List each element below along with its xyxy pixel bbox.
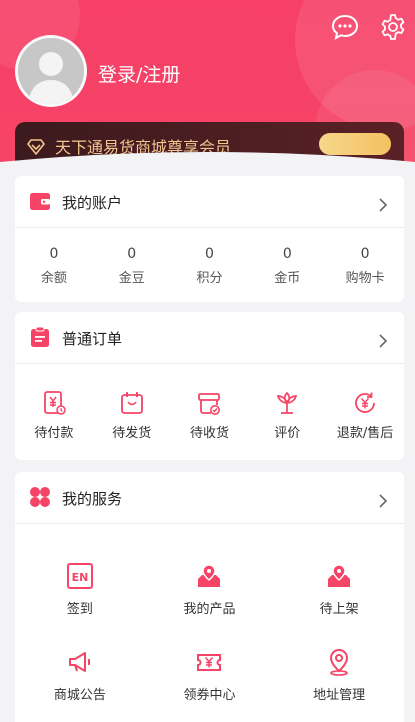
order-label: 待发货	[112, 426, 152, 441]
service-my-products[interactable]: 我的产品	[145, 524, 275, 617]
orders-header[interactable]: 普通订单	[15, 312, 404, 364]
package-icon	[119, 392, 145, 414]
order-label: 评价	[274, 426, 301, 441]
services-grid: EN 签到 我的产品 待上架 商城公告 领券中心 地址管理	[15, 524, 404, 708]
stat-value: 0	[282, 246, 292, 262]
yen-bill-icon	[41, 391, 67, 415]
chevron-right-icon	[378, 194, 388, 213]
location-pin-icon	[325, 648, 353, 676]
stat-label: 购物卡	[345, 271, 385, 286]
service-label: 待上架	[319, 602, 359, 617]
order-label: 待收货	[189, 426, 229, 441]
svg-text:EN: EN	[71, 571, 88, 584]
service-pending-listing[interactable]: 待上架	[274, 524, 404, 617]
stat-value: 0	[205, 246, 214, 262]
account-card: 我的账户 0 余额 0 金豆 0 积分 0 金币 0 购物卡	[15, 176, 404, 302]
settings-gear-icon[interactable]	[378, 12, 408, 42]
stat-value: 0	[49, 246, 59, 262]
service-label: 签到	[66, 602, 93, 617]
stat-label: 金币	[274, 271, 301, 286]
box-check-icon	[196, 393, 222, 415]
megaphone-icon	[66, 652, 94, 672]
service-label: 领券中心	[183, 688, 236, 703]
stat-label: 金豆	[118, 271, 145, 286]
wallet-icon	[29, 190, 51, 212]
stat-value: 0	[127, 246, 137, 262]
service-label: 商城公告	[53, 688, 106, 703]
orders-title: 普通订单	[62, 330, 123, 348]
stat-value: 0	[360, 246, 370, 262]
account-title: 我的账户	[62, 194, 123, 212]
service-sign-in[interactable]: EN 签到	[15, 524, 145, 617]
account-stat-points[interactable]: 0 积分	[171, 228, 249, 302]
location-box-icon	[195, 564, 223, 587]
order-label: 待付款	[34, 426, 74, 441]
order-status-row: 待付款 待发货 待收货 评价 退款/售后	[15, 364, 404, 452]
account-stat-gold-coins[interactable]: 0 金币	[248, 228, 326, 302]
message-icon[interactable]	[330, 12, 360, 42]
avatar[interactable]	[15, 35, 87, 107]
flower-icon	[274, 391, 300, 414]
order-refund-aftersale[interactable]: 退款/售后	[326, 364, 404, 452]
refund-icon	[352, 392, 378, 413]
order-pending-payment[interactable]: 待付款	[15, 364, 93, 452]
coupon-icon	[195, 652, 223, 671]
grid-clover-icon	[29, 486, 51, 508]
order-to-ship[interactable]: 待发货	[93, 364, 171, 452]
account-stat-balance[interactable]: 0 余额	[15, 228, 93, 302]
login-register-link[interactable]: 登录/注册	[98, 60, 180, 87]
service-coupon-center[interactable]: 领券中心	[145, 616, 275, 708]
services-card: 我的服务 EN 签到 我的产品 待上架 商城公告 领券中心 地址管理	[15, 472, 404, 722]
service-address-management[interactable]: 地址管理	[274, 616, 404, 708]
chevron-right-icon	[378, 330, 388, 349]
clipboard-icon	[29, 326, 51, 348]
account-stats: 0 余额 0 金豆 0 积分 0 金币 0 购物卡	[15, 228, 404, 302]
location-box-icon	[325, 564, 353, 587]
order-to-receive[interactable]: 待收货	[171, 364, 249, 452]
account-stat-shopping-card[interactable]: 0 购物卡	[326, 228, 404, 302]
stat-label: 积分	[196, 271, 223, 286]
en-badge-icon: EN	[66, 563, 94, 589]
chevron-right-icon	[378, 490, 388, 509]
order-label: 退款/售后	[336, 426, 394, 441]
service-label: 我的产品	[183, 602, 236, 617]
order-to-review[interactable]: 评价	[248, 364, 326, 452]
services-title: 我的服务	[62, 490, 123, 508]
service-label: 地址管理	[313, 688, 366, 703]
services-header[interactable]: 我的服务	[15, 472, 404, 524]
service-announcements[interactable]: 商城公告	[15, 616, 145, 708]
stat-label: 余额	[40, 271, 67, 286]
account-header[interactable]: 我的账户	[15, 176, 404, 228]
orders-card: 普通订单 待付款 待发货 待收货 评价 退款/售后	[15, 312, 404, 460]
account-stat-gold-beans[interactable]: 0 金豆	[93, 228, 171, 302]
